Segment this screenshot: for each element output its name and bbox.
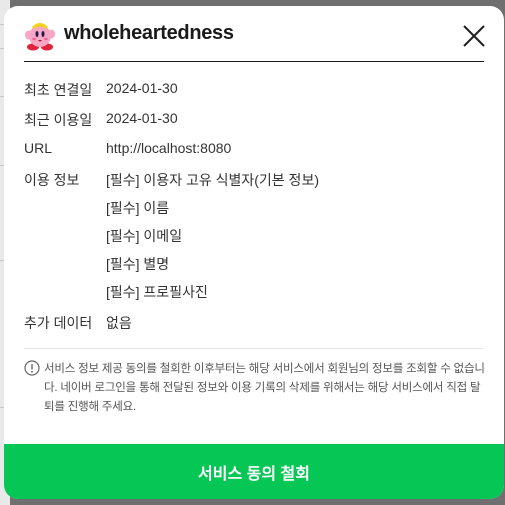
- close-icon[interactable]: [460, 22, 488, 50]
- header-divider: [24, 61, 484, 62]
- first-connected-value: 2024-01-30: [106, 80, 178, 96]
- info-circle-icon: [24, 360, 40, 376]
- extra-data-label: 추가 데이터: [24, 315, 93, 331]
- section-divider: [24, 348, 484, 349]
- dialog-header: wholeheartedness: [4, 6, 504, 62]
- extra-data-value: 없음: [106, 315, 132, 331]
- kirby-avatar-icon: [25, 23, 55, 51]
- service-consent-dialog: wholeheartedness 최초 연결일 2024-01-30 최근 이용…: [4, 6, 504, 499]
- first-connected-label: 최초 연결일: [24, 82, 93, 98]
- service-title: wholeheartedness: [64, 22, 234, 44]
- last-used-value: 2024-01-30: [106, 110, 178, 126]
- usage-info-item: [필수] 별명: [106, 256, 170, 272]
- usage-info-item: [필수] 이름: [106, 200, 170, 216]
- usage-info-item: [필수] 이메일: [106, 228, 183, 244]
- usage-info-item: [필수] 프로필사진: [106, 284, 208, 300]
- usage-info-label: 이용 정보: [24, 172, 80, 188]
- url-label: URL: [24, 140, 53, 156]
- url-value: http://localhost:8080: [106, 140, 232, 156]
- usage-info-item: [필수] 이용자 고유 식별자(기본 정보): [106, 172, 319, 188]
- last-used-label: 최근 이용일: [24, 112, 93, 128]
- notice-text: 서비스 정보 제공 동의를 철회한 이후부터는 해당 서비스에서 회원님의 정보…: [44, 363, 485, 413]
- withdraw-consent-button[interactable]: 서비스 동의 철회: [4, 444, 504, 499]
